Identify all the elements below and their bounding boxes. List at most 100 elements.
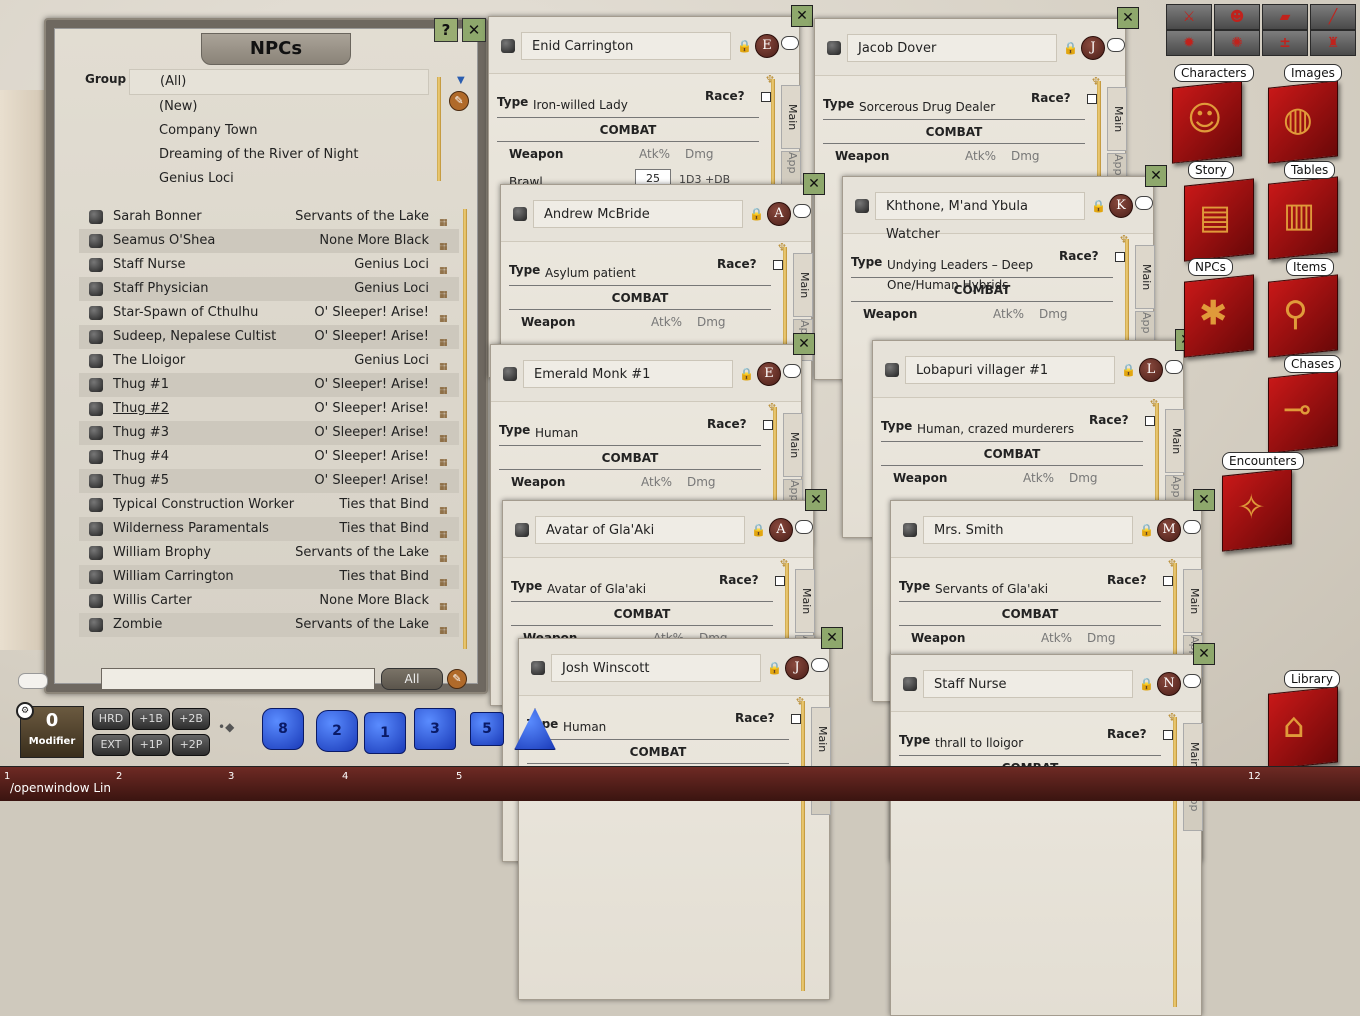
- gear-icon[interactable]: ⚙: [16, 702, 34, 720]
- list-item[interactable]: Sarah Bonner Servants of the Lake ▦: [79, 205, 459, 229]
- lock-icon[interactable]: 🔒: [1091, 199, 1106, 213]
- list-item[interactable]: Thug #1 O' Sleeper! Arise! ▦: [79, 373, 459, 397]
- tab-main[interactable]: Main: [1107, 87, 1127, 151]
- list-item[interactable]: Zombie Servants of the Lake ▦: [79, 613, 459, 637]
- group-option[interactable]: Dreaming of the River of Night: [129, 143, 429, 167]
- book-label-characters[interactable]: Characters: [1174, 64, 1254, 82]
- book-label-chases[interactable]: Chases: [1284, 355, 1342, 373]
- book-tables[interactable]: ▥: [1268, 176, 1338, 260]
- chevron-down-icon[interactable]: ▼: [457, 75, 469, 86]
- speech-bubble-icon[interactable]: [783, 364, 801, 378]
- book-chases[interactable]: ⊸: [1268, 370, 1338, 454]
- race-checkbox[interactable]: [775, 576, 785, 586]
- race-checkbox[interactable]: [1087, 94, 1097, 104]
- assets-button[interactable]: ♜: [1310, 30, 1356, 56]
- lock-icon[interactable]: 🔒: [1139, 523, 1154, 537]
- race-checkbox[interactable]: [763, 420, 773, 430]
- close-button[interactable]: ✕: [803, 173, 825, 195]
- record-name-field[interactable]: Khthone, M'and Ybula Watcher: [875, 192, 1085, 242]
- book-label-library[interactable]: Library: [1284, 670, 1340, 688]
- effects-button[interactable]: ✺: [1214, 30, 1260, 56]
- type-value[interactable]: Sorcerous Drug Dealer: [859, 97, 1029, 117]
- npc-record-window[interactable]: Staff Nurse 🔒 N ✕ Type thrall to lloigor…: [890, 643, 1215, 1016]
- lock-icon[interactable]: 🔒: [1063, 41, 1078, 55]
- close-button[interactable]: ✕: [462, 18, 486, 42]
- close-button[interactable]: ✕: [791, 5, 813, 27]
- book-label-encounters[interactable]: Encounters: [1222, 452, 1304, 470]
- list-item[interactable]: Sudeep, Nepalese Cultist O' Sleeper! Aris…: [79, 325, 459, 349]
- list-item[interactable]: Star-Spawn of Cthulhu O' Sleeper! Arise! ▦: [79, 301, 459, 325]
- close-button[interactable]: ✕: [793, 333, 815, 355]
- plus-2-penalty-button[interactable]: +2P: [172, 734, 210, 756]
- portrait-token[interactable]: K: [1109, 194, 1133, 218]
- hotkey-command[interactable]: /openwindow Lin: [10, 781, 111, 795]
- npc-record-window[interactable]: Josh Winscott 🔒 J ✕ Type Human Race? COM…: [518, 627, 843, 1000]
- book-label-story[interactable]: Story: [1188, 161, 1234, 179]
- group-scrollbar[interactable]: [437, 77, 441, 181]
- d10-die-icon[interactable]: 1: [364, 712, 406, 754]
- tab-main[interactable]: Main: [793, 253, 813, 317]
- tab-main[interactable]: Main: [781, 85, 801, 149]
- type-value[interactable]: Asylum patient: [545, 263, 715, 283]
- lighting-button[interactable]: ✹: [1166, 30, 1212, 56]
- plus-1-penalty-button[interactable]: +1P: [132, 734, 170, 756]
- list-item[interactable]: The Lloigor Genius Loci ▦: [79, 349, 459, 373]
- list-item[interactable]: William Carrington Ties that Bind ▦: [79, 565, 459, 589]
- close-button[interactable]: ✕: [805, 489, 827, 511]
- race-checkbox[interactable]: [1145, 416, 1155, 426]
- record-name-field[interactable]: Lobapuri villager #1: [905, 356, 1115, 384]
- list-item[interactable]: Staff Nurse Genius Loci ▦: [79, 253, 459, 277]
- modifiers-button[interactable]: ±: [1262, 30, 1308, 56]
- filter-input[interactable]: [101, 668, 375, 690]
- book-story[interactable]: ▤: [1184, 178, 1254, 262]
- lock-icon[interactable]: 🔒: [739, 367, 754, 381]
- list-item[interactable]: Willis Carter None More Black ▦: [79, 589, 459, 613]
- type-value[interactable]: Servants of Gla'aki: [935, 579, 1105, 599]
- type-value[interactable]: Human, crazed murderers: [917, 419, 1087, 439]
- group-option[interactable]: (New): [129, 95, 429, 119]
- npc-list-window[interactable]: NPCs Group (All) (New) Company Town Drea…: [44, 18, 488, 694]
- d12-die-icon[interactable]: 2: [316, 710, 358, 752]
- npc-list[interactable]: Sarah Bonner Servants of the Lake ▦ Seamus…: [79, 205, 459, 657]
- book-characters[interactable]: ☺: [1172, 80, 1242, 164]
- list-item[interactable]: Typical Construction Worker Ties that Bin…: [79, 493, 459, 517]
- race-checkbox[interactable]: [791, 714, 801, 724]
- record-name-field[interactable]: Jacob Dover: [847, 34, 1057, 62]
- portrait-token[interactable]: A: [769, 518, 793, 542]
- lock-icon[interactable]: 🔒: [767, 661, 782, 675]
- record-name-field[interactable]: Emerald Monk #1: [523, 360, 733, 388]
- list-scrollbar[interactable]: [463, 209, 467, 649]
- tab-main[interactable]: Main: [811, 707, 831, 771]
- speech-bubble-icon[interactable]: [793, 204, 811, 218]
- race-checkbox[interactable]: [761, 92, 771, 102]
- book-items[interactable]: ⚲: [1268, 274, 1338, 358]
- list-item[interactable]: Thug #3 O' Sleeper! Arise! ▦: [79, 421, 459, 445]
- speech-bubble-icon[interactable]: [795, 520, 813, 534]
- book-label-tables[interactable]: Tables: [1284, 161, 1336, 179]
- book-label-npcs[interactable]: NPCs: [1188, 258, 1233, 276]
- group-option[interactable]: Company Town: [129, 119, 429, 143]
- tab-main[interactable]: Main: [783, 413, 803, 477]
- lock-icon[interactable]: 🔒: [1139, 677, 1154, 691]
- d20-die-icon[interactable]: 8: [262, 708, 304, 750]
- book-label-images[interactable]: Images: [1284, 64, 1342, 82]
- close-button[interactable]: ✕: [1117, 7, 1139, 29]
- all-button[interactable]: All: [381, 668, 443, 690]
- d8-die-icon[interactable]: 3: [414, 708, 456, 750]
- edit-list-icon[interactable]: ✎: [447, 669, 467, 689]
- book-library[interactable]: ⌂: [1268, 686, 1338, 770]
- lock-icon[interactable]: 🔒: [751, 523, 766, 537]
- portrait-token[interactable]: A: [767, 202, 791, 226]
- type-value[interactable]: Iron-willed Lady: [533, 95, 703, 115]
- portrait-token[interactable]: E: [757, 362, 781, 386]
- lock-icon[interactable]: 🔒: [737, 39, 752, 53]
- list-item[interactable]: Seamus O'Shea None More Black ▦: [79, 229, 459, 253]
- record-name-field[interactable]: Staff Nurse: [923, 670, 1133, 698]
- chat-tab[interactable]: [18, 673, 48, 689]
- portrait-token[interactable]: E: [755, 34, 779, 58]
- close-button[interactable]: ✕: [821, 627, 843, 649]
- tab-main[interactable]: Main: [795, 569, 815, 633]
- type-value[interactable]: Human: [535, 423, 705, 443]
- race-checkbox[interactable]: [1115, 252, 1125, 262]
- help-button[interactable]: ?: [434, 18, 458, 42]
